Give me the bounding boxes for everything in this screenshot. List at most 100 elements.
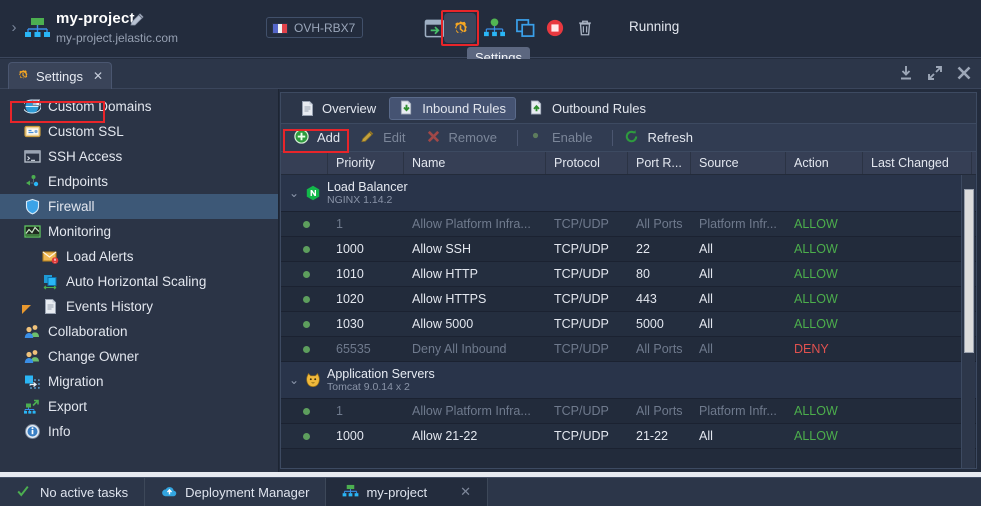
column-header-select[interactable] bbox=[281, 152, 328, 174]
rule-status-dot bbox=[303, 407, 310, 415]
delete-environment-icon[interactable] bbox=[569, 13, 601, 43]
sidebar-item-migration[interactable]: Migration bbox=[0, 369, 278, 394]
sidebar-item-endpoints[interactable]: Endpoints bbox=[0, 169, 278, 194]
cell-priority: 1010 bbox=[336, 267, 364, 281]
sidebar-item-info[interactable]: Info bbox=[0, 419, 278, 444]
cell-action: ALLOW bbox=[794, 267, 838, 281]
rule-status-cell bbox=[281, 345, 328, 353]
sidebar-item-label: Load Alerts bbox=[66, 249, 134, 264]
button-label: Edit bbox=[383, 130, 406, 145]
minimize-icon[interactable] bbox=[897, 64, 915, 82]
rule-status-dot bbox=[303, 295, 310, 303]
settings-nav-list: Custom Domains Custom SSL SSH Access Endpoi… bbox=[0, 94, 278, 444]
refresh-icon bbox=[624, 129, 641, 146]
tab-settings[interactable]: Settings ✕ bbox=[8, 62, 113, 89]
close-icon[interactable]: ✕ bbox=[460, 484, 471, 500]
cell-name: Allow HTTP bbox=[412, 267, 478, 281]
table-row[interactable]: 1030 Allow 5000 TCP/UDP 5000 All ALLOW bbox=[281, 312, 976, 337]
change-owner-icon bbox=[24, 348, 41, 365]
edit-button: Edit bbox=[358, 127, 415, 149]
sidebar-item-change-owner[interactable]: Change Owner bbox=[0, 344, 278, 369]
node-group-row[interactable]: ⌄ Load Balancer NGINX 1.14.2 bbox=[281, 175, 976, 212]
column-header-action[interactable]: Action bbox=[786, 152, 863, 174]
rules-scrollbar[interactable] bbox=[961, 175, 975, 468]
cell-source: Platform Infr... bbox=[699, 404, 777, 418]
maximize-icon[interactable] bbox=[926, 64, 944, 82]
export-icon bbox=[24, 398, 41, 415]
column-header-protocol[interactable]: Protocol bbox=[546, 152, 628, 174]
change-topology-icon[interactable] bbox=[478, 13, 510, 43]
environment-name[interactable]: my-project bbox=[56, 10, 135, 27]
rule-status-dot bbox=[303, 245, 310, 253]
node-group-row[interactable]: ⌄ Application Servers Tomcat 9.0.14 x 2 bbox=[281, 362, 976, 399]
enable-icon bbox=[529, 129, 546, 146]
cell-priority: 1000 bbox=[336, 429, 364, 443]
tab-inbound-rules[interactable]: Inbound Rules bbox=[389, 96, 517, 120]
taskbar-item-deployment-manager[interactable]: Deployment Manager bbox=[145, 478, 327, 506]
scaling-icon bbox=[42, 273, 59, 290]
cloud-icon bbox=[161, 484, 178, 500]
tab-overview[interactable]: Overview bbox=[290, 97, 385, 120]
sidebar-item-firewall[interactable]: Firewall bbox=[0, 194, 278, 219]
cell-source: All bbox=[699, 242, 713, 256]
column-header-priority[interactable]: Priority bbox=[328, 152, 404, 174]
endpoints-icon bbox=[24, 173, 41, 190]
refresh-button[interactable]: Refresh bbox=[622, 127, 703, 149]
close-icon[interactable]: ✕ bbox=[93, 69, 103, 83]
sidebar-item-custom-ssl[interactable]: Custom SSL bbox=[0, 119, 278, 144]
cell-name: Allow HTTPS bbox=[412, 292, 487, 306]
tab-outbound-rules[interactable]: Outbound Rules bbox=[520, 97, 655, 120]
window-tab-strip: Settings ✕ bbox=[0, 59, 981, 89]
sidebar-item-export[interactable]: Export bbox=[0, 394, 278, 419]
chevron-down-icon[interactable]: ⌄ bbox=[287, 373, 301, 387]
clone-environment-icon[interactable] bbox=[509, 13, 541, 43]
expand-environment-chevron-icon[interactable]: › bbox=[6, 20, 22, 36]
taskbar-item-no-active-tasks[interactable]: No active tasks bbox=[0, 478, 146, 506]
column-header-source[interactable]: Source bbox=[691, 152, 786, 174]
nginx-icon bbox=[305, 185, 321, 201]
rules-grid-header: Priority Name Protocol Port R... Source Actio… bbox=[281, 152, 976, 175]
column-header-name[interactable]: Name bbox=[404, 152, 546, 174]
cell-port-range: All Ports bbox=[636, 404, 683, 418]
chevron-down-icon[interactable]: ⌄ bbox=[287, 186, 301, 200]
tab-label: Settings bbox=[36, 68, 83, 84]
rename-pencil-icon[interactable] bbox=[129, 12, 145, 28]
rule-status-cell bbox=[281, 295, 328, 303]
table-row[interactable]: 1010 Allow HTTP TCP/UDP 80 All ALLOW bbox=[281, 262, 976, 287]
sidebar-item-custom-domains[interactable]: Custom Domains bbox=[0, 94, 278, 119]
environment-domain[interactable]: my-project.jelastic.com bbox=[56, 31, 178, 45]
column-header-last-changed[interactable]: Last Changed bbox=[863, 152, 972, 174]
taskbar-item-my-project[interactable]: my-project ✕ bbox=[326, 478, 489, 506]
close-icon[interactable] bbox=[955, 64, 973, 82]
column-header-port-r-[interactable]: Port R... bbox=[628, 152, 691, 174]
table-row[interactable]: 65535 Deny All Inbound TCP/UDP All Ports All… bbox=[281, 337, 976, 362]
sidebar-item-monitoring[interactable]: Monitoring bbox=[0, 219, 278, 244]
settings-gear-icon[interactable] bbox=[444, 13, 476, 43]
rules-scrollbar-thumb[interactable] bbox=[964, 189, 974, 353]
rule-status-dot bbox=[303, 270, 310, 278]
table-row[interactable]: 1000 Allow 21-22 TCP/UDP 21-22 All ALLOW bbox=[281, 424, 976, 449]
add-button[interactable]: Add bbox=[292, 127, 350, 149]
rule-status-cell bbox=[281, 432, 328, 440]
table-row[interactable]: 1000 Allow SSH TCP/UDP 22 All ALLOW bbox=[281, 237, 976, 262]
shield-icon bbox=[24, 198, 41, 215]
monitoring-expand-arrow-icon[interactable] bbox=[22, 305, 31, 314]
window-actions bbox=[897, 64, 973, 82]
sidebar-item-events-history[interactable]: Events History bbox=[0, 294, 278, 319]
table-row[interactable]: 1 Allow Platform Infra... TCP/UDP All Ports… bbox=[281, 212, 976, 237]
table-row[interactable]: 1 Allow Platform Infra... TCP/UDP All Ports… bbox=[281, 399, 976, 424]
cell-source: Platform Infr... bbox=[699, 217, 777, 231]
environment-toolbar: › my-project my-project.jelastic.com OVH… bbox=[0, 0, 981, 69]
tab-label: Outbound Rules bbox=[552, 100, 646, 116]
table-row[interactable]: 1020 Allow HTTPS TCP/UDP 443 All ALLOW bbox=[281, 287, 976, 312]
sidebar-item-ssh-access[interactable]: SSH Access bbox=[0, 144, 278, 169]
sidebar-item-label: SSH Access bbox=[48, 149, 123, 164]
sidebar-item-auto-horizontal-scaling[interactable]: Auto Horizontal Scaling bbox=[0, 269, 278, 294]
sidebar-item-load-alerts[interactable]: Load Alerts bbox=[0, 244, 278, 269]
migration-icon bbox=[24, 373, 41, 390]
cell-source: All bbox=[699, 267, 713, 281]
stop-environment-icon[interactable] bbox=[539, 13, 571, 43]
sidebar-item-collaboration[interactable]: Collaboration bbox=[0, 319, 278, 344]
taskbar-item-label: Deployment Manager bbox=[185, 484, 310, 500]
cell-action: ALLOW bbox=[794, 292, 838, 306]
